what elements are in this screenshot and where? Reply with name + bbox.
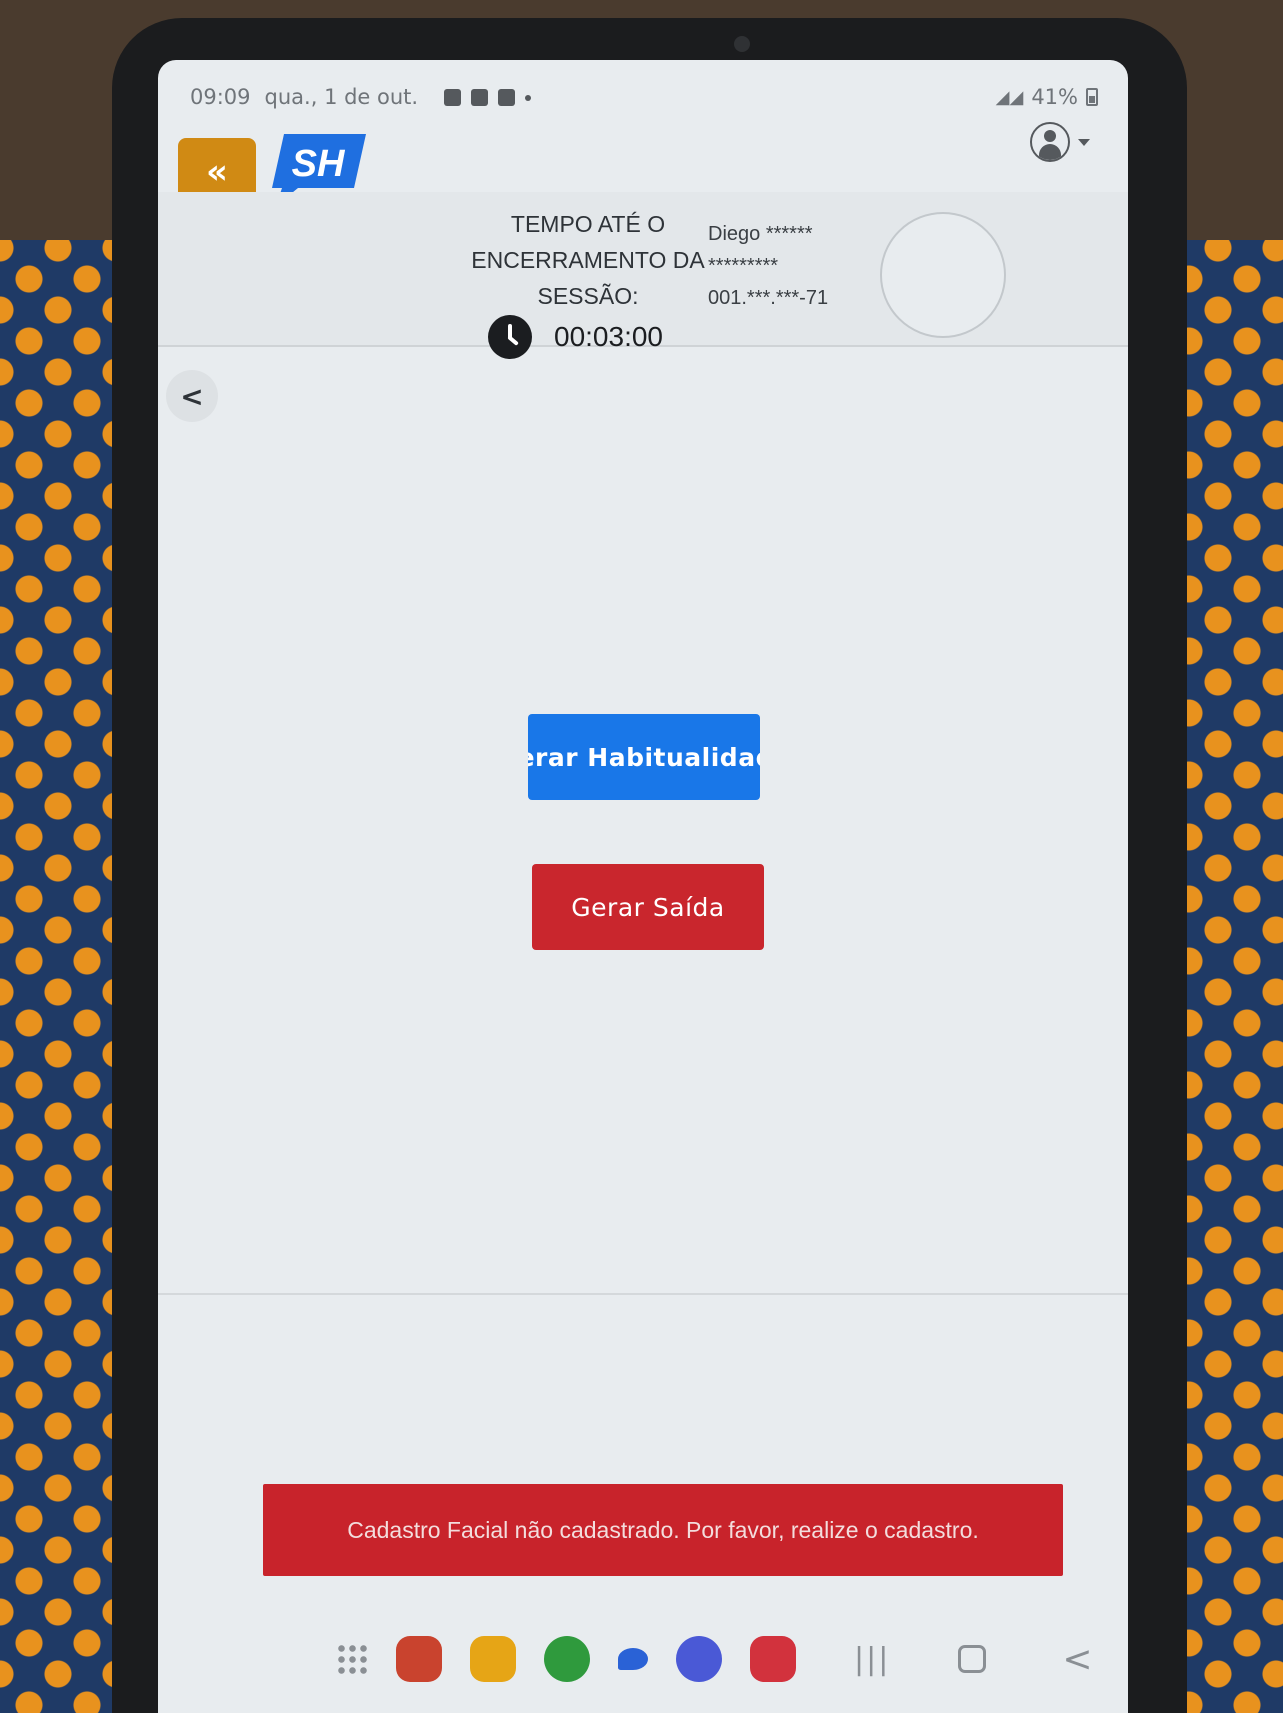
session-panel: TEMPO ATÉ O ENCERRAMENTO DA SESSÃO: 00:0…	[158, 192, 1128, 359]
status-time: 09:09	[190, 85, 251, 109]
internet-app-icon[interactable]	[676, 1636, 722, 1682]
session-title-line: ENCERRAMENTO DA	[471, 247, 705, 273]
user-name: Diego ******	[708, 223, 813, 245]
generate-habitualidade-button[interactable]: Gerar Habitualidade	[528, 714, 760, 800]
home-button[interactable]	[958, 1645, 987, 1673]
session-timer: 00:03:00	[488, 315, 663, 359]
back-button[interactable]: <	[166, 370, 218, 422]
battery-level: 41%	[1031, 85, 1078, 109]
generate-saida-button[interactable]: Gerar Saída	[532, 864, 764, 950]
notification-icon	[471, 88, 489, 106]
front-camera	[734, 36, 750, 52]
logo-text: SH	[292, 143, 346, 185]
notes-app-icon[interactable]	[396, 1636, 442, 1682]
user-avatar-icon[interactable]	[1030, 122, 1070, 162]
footer-divider	[158, 1293, 1128, 1295]
error-toast: Cadastro Facial não cadastrado. Por favo…	[263, 1484, 1063, 1576]
wifi-signal-icon: ◢◢	[995, 86, 1024, 108]
generate-saida-label: Gerar Saída	[571, 892, 725, 922]
system-back-button[interactable]: <	[1062, 1639, 1092, 1680]
messages-app-icon[interactable]	[618, 1648, 648, 1670]
recent-apps-button[interactable]: |||	[854, 1642, 890, 1677]
notification-icon	[444, 88, 462, 106]
user-surname: *********	[708, 255, 779, 277]
toast-message: Cadastro Facial não cadastrado. Por favo…	[347, 1516, 979, 1543]
user-photo	[880, 212, 1006, 338]
timer-value: 00:03:00	[554, 321, 663, 352]
status-date: qua., 1 de out.	[264, 85, 419, 109]
generate-habitualidade-label: Gerar Habitualidade	[528, 742, 760, 772]
phone-app-icon[interactable]	[544, 1636, 590, 1682]
chevron-down-icon	[1078, 138, 1090, 146]
user-info: Diego ****** ********* 001.***.***-71	[708, 218, 828, 314]
apps-grid-icon[interactable]	[336, 1643, 368, 1675]
session-title: TEMPO ATÉ O ENCERRAMENTO DA SESSÃO:	[438, 206, 738, 314]
more-notifications-icon	[525, 94, 532, 101]
user-menu[interactable]	[1030, 122, 1090, 162]
battery-icon	[1086, 88, 1098, 106]
system-dock: ||| <	[158, 1605, 1128, 1713]
status-bar: 09:09 qua., 1 de out. ◢◢ 41%	[158, 60, 1128, 122]
session-title-line: SESSÃO:	[537, 283, 639, 309]
session-title-line: TEMPO ATÉ O	[510, 211, 666, 237]
files-app-icon[interactable]	[470, 1636, 516, 1682]
device-screen: 09:09 qua., 1 de out. ◢◢ 41% « SH TEMPO …	[158, 60, 1128, 1713]
camera-app-icon[interactable]	[750, 1636, 796, 1682]
clock-icon	[488, 315, 532, 359]
user-document: 001.***.***-71	[708, 287, 829, 309]
notification-icon	[498, 88, 516, 106]
